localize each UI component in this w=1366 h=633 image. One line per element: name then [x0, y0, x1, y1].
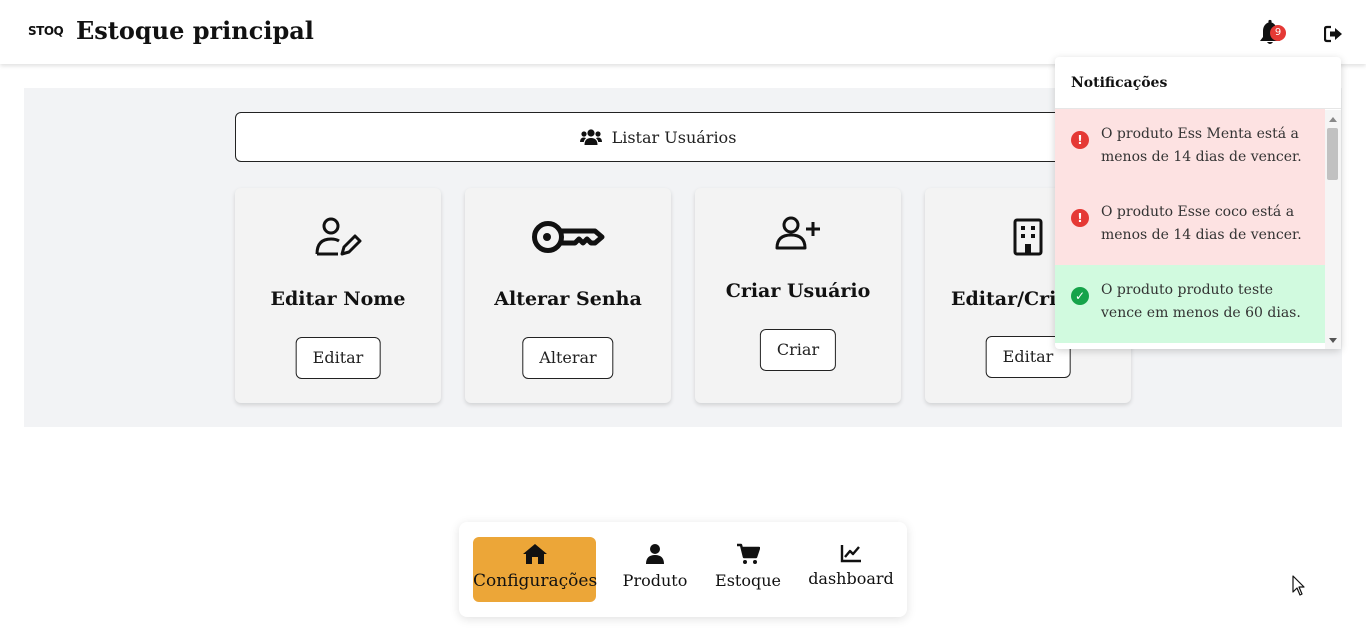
home-icon	[522, 544, 547, 564]
create-user-button[interactable]: Criar	[759, 329, 837, 371]
key-icon	[532, 221, 605, 253]
notification-item[interactable]: ! O produto Ess Menta está a menos de 14…	[1055, 109, 1325, 187]
nav-configuracoes[interactable]: Configurações	[473, 537, 598, 602]
nav-label: dashboard	[808, 569, 894, 588]
card-create-user: Criar Usuário Criar	[695, 188, 901, 403]
chart-line-icon	[840, 545, 861, 563]
page-title: Estoque principal	[76, 16, 314, 45]
cart-icon	[737, 543, 760, 564]
top-header: STOQ Estoque principal 9	[0, 0, 1366, 64]
scroll-up-arrow-icon[interactable]	[1329, 117, 1337, 122]
edit-name-button[interactable]: Editar	[295, 337, 381, 379]
notification-badge: 9	[1270, 25, 1286, 41]
change-password-button[interactable]: Alterar	[522, 337, 614, 379]
stoq-logo: STOQ	[28, 24, 64, 38]
notifications-list: ! O produto Ess Menta está a menos de 14…	[1055, 109, 1325, 349]
card-title: Alterar Senha	[494, 288, 642, 310]
user-edit-icon	[315, 217, 362, 256]
nav-produto[interactable]: Produto	[615, 537, 695, 602]
notification-item[interactable]: ✓ O produto produto teste vence em menos…	[1055, 265, 1325, 343]
nav-label: Produto	[622, 571, 688, 590]
check-icon: ✓	[1071, 287, 1089, 305]
scroll-thumb[interactable]	[1327, 128, 1338, 180]
notification-text: O produto Esse coco está a menos de 14 d…	[1101, 204, 1302, 243]
notification-item[interactable]: ! O produto Esse coco está a menos de 14…	[1055, 187, 1325, 265]
nav-estoque[interactable]: Estoque	[710, 537, 786, 602]
nav-label: Estoque	[715, 571, 781, 590]
bottom-navigation: Configurações Produto Estoque dashboard	[459, 522, 907, 617]
list-users-label: Listar Usuários	[611, 127, 737, 147]
notifications-scrollbar[interactable]	[1325, 110, 1341, 349]
nav-dashboard[interactable]: dashboard	[805, 537, 897, 602]
user-icon	[646, 544, 664, 564]
card-change-password: Alterar Senha Alterar	[465, 188, 671, 403]
building-icon	[1013, 218, 1043, 256]
error-icon: !	[1071, 131, 1089, 149]
notification-text: O produto produto teste vence em menos d…	[1101, 282, 1301, 321]
notifications-title: Notificações	[1055, 57, 1341, 109]
nav-label: Configurações	[473, 571, 598, 591]
card-edit-name: Editar Nome Editar	[235, 188, 441, 403]
card-title: Editar Nome	[270, 288, 406, 310]
scroll-down-arrow-icon[interactable]	[1329, 338, 1337, 343]
user-plus-icon	[775, 216, 820, 250]
error-icon: !	[1071, 209, 1089, 227]
notification-text: O produto Ess Menta está a menos de 14 d…	[1101, 126, 1302, 165]
card-title: Criar Usuário	[725, 280, 871, 302]
notifications-dropdown: Notificações ! O produto Ess Menta está …	[1055, 57, 1341, 349]
mouse-cursor-icon	[1292, 575, 1305, 596]
logout-icon[interactable]	[1324, 25, 1344, 43]
users-icon	[579, 129, 602, 145]
list-users-button[interactable]: Listar Usuários	[235, 112, 1081, 162]
